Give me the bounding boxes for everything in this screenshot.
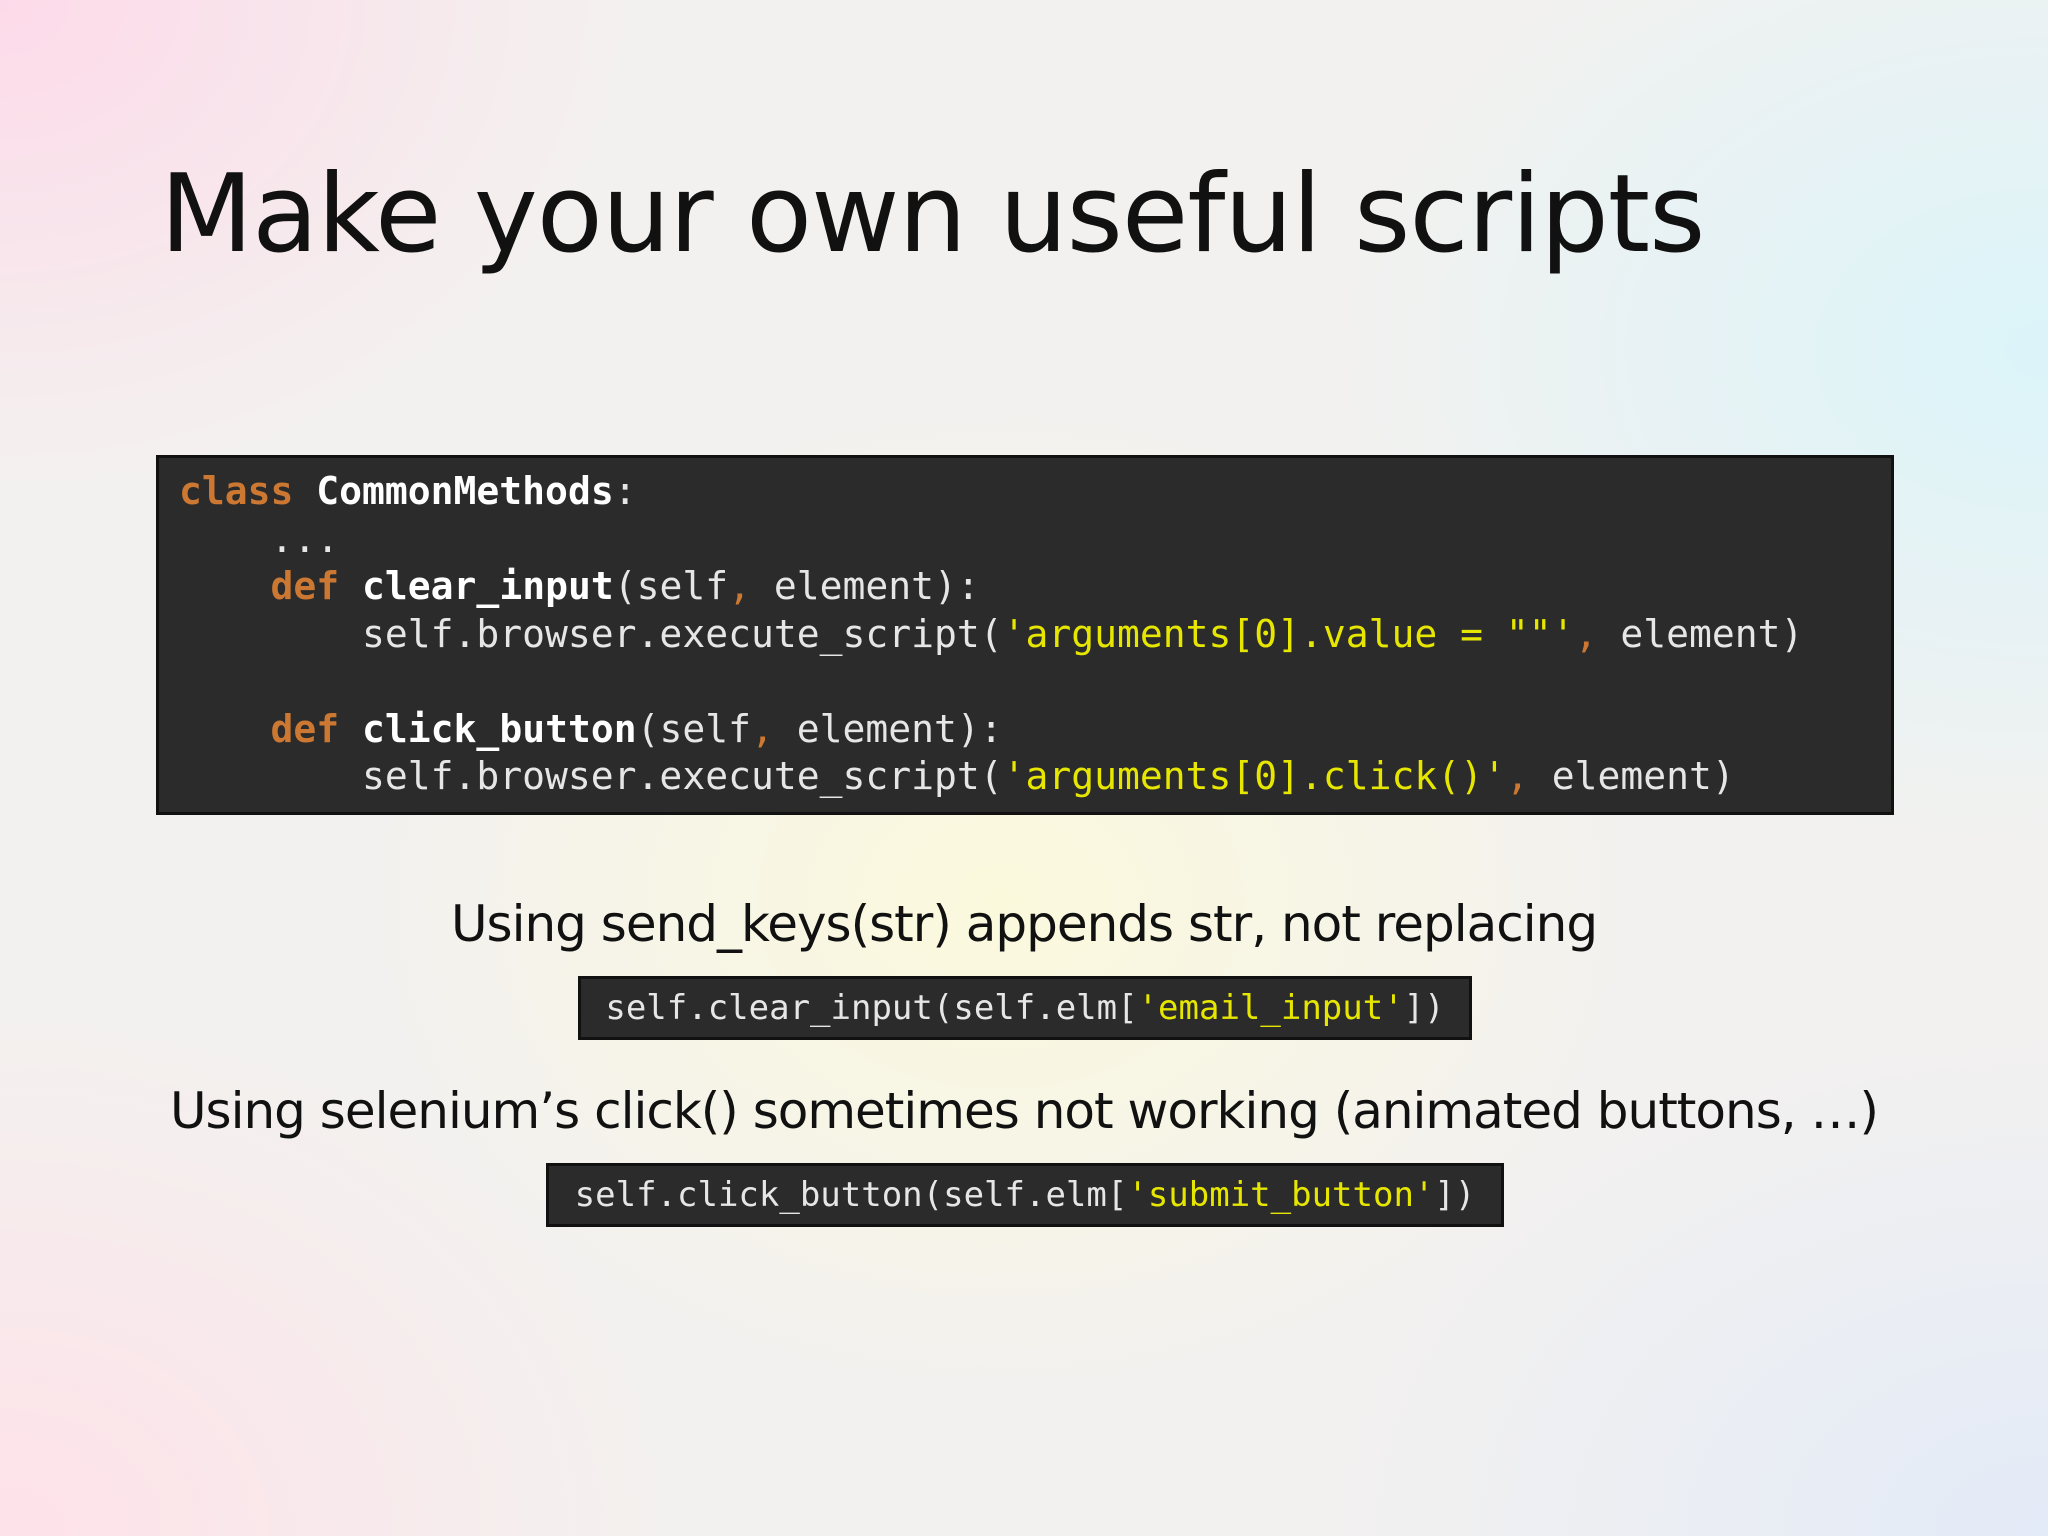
code-token: (self <box>636 706 751 751</box>
code-token: clear_input <box>362 564 614 608</box>
slide-title: Make your own useful scripts <box>160 152 1705 277</box>
code-snippet-clear-input: self.clear_input(self.elm['email_input']… <box>578 976 1472 1040</box>
code-token: , <box>750 706 774 751</box>
code-token: element): <box>751 564 980 608</box>
note-send-keys: Using send_keys(str) appends str, not re… <box>450 895 1598 953</box>
code-token: ... <box>179 516 340 561</box>
code-text: ]) <box>1403 988 1445 1028</box>
code-block-common-methods: class CommonMethods: ... def clear_input… <box>156 455 1894 815</box>
code-token: click_button <box>362 706 637 751</box>
code-token: element): <box>773 706 1003 751</box>
code-line: def clear_input(self, element): <box>179 563 1891 611</box>
code-snippet-click-button: self.click_button(self.elm['submit_butto… <box>546 1163 1504 1227</box>
code-token: , <box>728 564 751 608</box>
code-token: element) <box>1528 754 1735 798</box>
code-token: def <box>270 564 340 608</box>
code-token: , <box>1574 611 1598 656</box>
code-token: def <box>270 706 340 751</box>
code-text: self.click_button(self.elm[ <box>574 1175 1128 1215</box>
code-line: self.browser.execute_script('arguments[0… <box>179 753 1891 801</box>
code-token: class <box>179 469 294 513</box>
code-text: self.clear_input(self.elm[ <box>605 988 1138 1028</box>
code-token: self.browser.execute_script( <box>179 754 1003 798</box>
code-token: CommonMethods <box>316 469 614 513</box>
code-token: (self <box>613 564 729 608</box>
code-string-literal: 'submit_button' <box>1127 1175 1435 1215</box>
code-line: ... <box>179 516 1891 564</box>
code-token: element) <box>1597 611 1804 656</box>
code-text: ]) <box>1434 1175 1476 1215</box>
code-token: : <box>613 469 637 513</box>
code-token: self.browser.execute_script( <box>179 611 1003 656</box>
code-token: , <box>1505 754 1529 798</box>
code-string-literal: 'email_input' <box>1137 988 1404 1028</box>
code-line: def click_button(self, element): <box>179 706 1891 754</box>
note-click: Using selenium’s click() sometimes not w… <box>169 1082 1879 1140</box>
code-line: self.browser.execute_script('arguments[0… <box>179 611 1891 659</box>
code-line <box>179 658 1891 706</box>
code-line: class CommonMethods: <box>179 468 1891 516</box>
code-token: 'arguments[0].value = ""' <box>1002 611 1575 656</box>
code-token: 'arguments[0].click()' <box>1002 754 1506 798</box>
